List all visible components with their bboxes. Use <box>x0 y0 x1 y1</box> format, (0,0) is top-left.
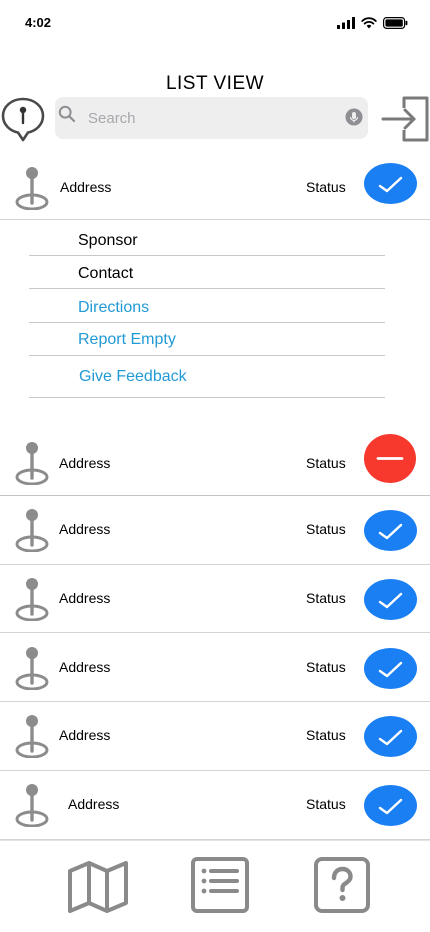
bottom-tab-bar <box>0 840 430 932</box>
divider <box>0 495 430 496</box>
help-icon <box>314 857 370 913</box>
location-pin-icon <box>15 509 49 552</box>
divider <box>0 770 430 771</box>
checkmark-icon <box>378 729 403 746</box>
login-button[interactable] <box>380 96 430 142</box>
checkmark-icon <box>378 176 403 193</box>
status-ok-button[interactable] <box>364 163 417 204</box>
status-problem-button[interactable] <box>364 434 416 483</box>
divider <box>29 288 385 289</box>
list-item[interactable]: Address Status <box>0 635 430 703</box>
list-item[interactable]: Address Status <box>0 155 430 223</box>
tab-help[interactable] <box>312 855 372 915</box>
location-pin-icon <box>15 647 49 690</box>
row-address: Address <box>59 659 111 675</box>
divider <box>0 701 430 702</box>
battery-icon <box>383 17 408 29</box>
report-empty-link[interactable]: Report Empty <box>78 331 176 349</box>
checkmark-icon <box>378 798 403 815</box>
row-status: Status <box>306 455 346 471</box>
row-address: Address <box>68 796 120 812</box>
wifi-icon <box>361 17 377 29</box>
row-address: Address <box>59 590 111 606</box>
location-pin-icon <box>15 784 49 827</box>
divider <box>0 632 430 633</box>
row-status: Status <box>306 521 346 537</box>
row-address: Address <box>60 179 112 195</box>
tab-list[interactable] <box>189 855 251 915</box>
dropdown-sponsor[interactable]: Sponsor <box>78 232 138 250</box>
divider <box>29 355 385 356</box>
location-pin-icon <box>15 715 49 758</box>
checkmark-icon <box>378 661 403 678</box>
row-status: Status <box>306 179 346 195</box>
minus-icon <box>376 457 404 460</box>
status-ok-button[interactable] <box>364 579 417 620</box>
checkmark-icon <box>378 592 403 609</box>
list-item[interactable]: Address Status <box>0 566 430 634</box>
dropdown-contact[interactable]: Contact <box>78 265 133 283</box>
row-status: Status <box>306 727 346 743</box>
directions-link[interactable]: Directions <box>78 299 149 317</box>
status-ok-button[interactable] <box>364 716 417 757</box>
magnifier-icon <box>58 105 76 123</box>
search-input[interactable] <box>88 97 333 139</box>
status-ok-button[interactable] <box>364 648 417 689</box>
row-address: Address <box>59 727 111 743</box>
divider <box>0 564 430 565</box>
give-feedback-link[interactable]: Give Feedback <box>79 368 187 386</box>
list-item[interactable]: Address Status <box>0 497 430 565</box>
login-arrow-icon <box>381 96 429 142</box>
row-address: Address <box>59 455 111 471</box>
status-bar: 4:02 <box>0 0 430 46</box>
status-ok-button[interactable] <box>364 785 417 826</box>
status-ok-button[interactable] <box>364 510 417 551</box>
divider <box>0 219 430 220</box>
list-item[interactable]: Address Status <box>0 430 430 498</box>
location-pin-icon <box>15 578 49 621</box>
search-bar[interactable] <box>55 97 368 139</box>
checkmark-icon <box>378 523 403 540</box>
map-pin-icon <box>1 97 45 142</box>
location-pin-icon <box>15 442 49 485</box>
row-status: Status <box>306 590 346 606</box>
tab-map[interactable] <box>66 855 130 915</box>
list-icon <box>191 857 249 913</box>
map-pin-button[interactable] <box>1 96 47 142</box>
list-item[interactable]: Address Status <box>0 703 430 771</box>
row-address: Address <box>59 521 111 537</box>
divider <box>29 322 385 323</box>
page-title: LIST VIEW <box>165 73 265 94</box>
list-item[interactable]: Address Status <box>0 772 430 840</box>
status-time: 4:02 <box>25 15 52 30</box>
location-pin-icon <box>15 167 49 210</box>
status-icons <box>337 15 408 31</box>
divider <box>29 397 385 398</box>
row-status: Status <box>306 659 346 675</box>
row-status: Status <box>306 796 346 812</box>
divider <box>29 255 385 256</box>
map-icon <box>68 861 128 913</box>
microphone-icon[interactable] <box>345 108 363 126</box>
signal-icon <box>337 17 355 29</box>
